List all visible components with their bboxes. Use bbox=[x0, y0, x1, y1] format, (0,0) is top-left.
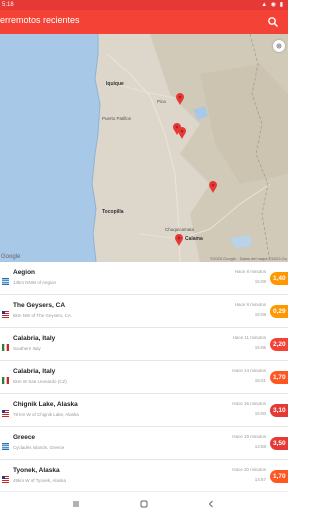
quake-time: 14:58 bbox=[254, 444, 266, 449]
flag-usa-icon bbox=[2, 404, 9, 417]
map-attribution: ©2023 Google · Datos del mapa ©2023 Go bbox=[210, 256, 287, 261]
list-item[interactable]: The Geysers, CA 6km NW of The Geysers, C… bbox=[0, 295, 288, 328]
magnitude-badge: 3,50 bbox=[270, 437, 288, 450]
flag-italy-icon bbox=[2, 371, 9, 384]
quake-detail: 5km W San Leonardo (CZ) bbox=[13, 379, 67, 384]
list-item[interactable]: Calabria, Italy Southern Italy Hace 11 m… bbox=[0, 328, 288, 361]
magnitude-badge: 1,70 bbox=[270, 470, 288, 483]
flag-greece-icon bbox=[2, 437, 9, 450]
earthquake-map[interactable]: Iquique Pica Puerto Patillos Tocopilla C… bbox=[0, 34, 288, 262]
earthquake-marker[interactable] bbox=[176, 93, 184, 105]
quake-time: 15:08 bbox=[254, 279, 266, 284]
home-button[interactable] bbox=[138, 497, 150, 509]
map-label-iquique: Iquique bbox=[106, 81, 124, 87]
magnitude-badge: 1,70 bbox=[270, 371, 288, 384]
list-item[interactable]: Calabria, Italy 5km W San Leonardo (CZ) … bbox=[0, 361, 288, 394]
search-icon[interactable] bbox=[266, 15, 280, 29]
earthquake-list[interactable]: Aegion 13km NNW of Aegion Hace 8 minutos… bbox=[0, 262, 288, 491]
quake-ago: Hace 19 minutos bbox=[232, 434, 266, 439]
list-item[interactable]: Tyonek, Alaska 45km W of Tyonek, Alaska … bbox=[0, 460, 288, 491]
quake-detail: 6km NW of The Geysers, CA bbox=[13, 313, 71, 318]
my-location-button[interactable] bbox=[273, 40, 285, 52]
status-time: 5:18 bbox=[2, 2, 14, 8]
magnitude-badge: 2,20 bbox=[270, 338, 288, 351]
quake-ago: Hace 16 minutos bbox=[232, 401, 266, 406]
app-bar: erremotos recientes bbox=[0, 10, 288, 34]
map-label-chuquicamata: Chuquicamata bbox=[165, 227, 195, 232]
quake-place: Calabria, Italy bbox=[13, 368, 56, 375]
list-item[interactable]: Chignik Lake, Alaska 78 km W of Chignik … bbox=[0, 394, 288, 427]
status-icons: ▲ ◉ ▮ bbox=[261, 2, 284, 8]
quake-place: The Geysers, CA bbox=[13, 302, 66, 309]
back-button[interactable] bbox=[205, 497, 217, 509]
flag-italy-icon bbox=[2, 338, 9, 351]
quake-ago: Hace 8 minutos bbox=[234, 302, 266, 307]
magnitude-badge: 1,40 bbox=[270, 272, 288, 285]
recents-icon bbox=[73, 501, 79, 507]
back-icon bbox=[208, 500, 213, 508]
home-icon bbox=[140, 500, 148, 508]
quake-ago: Hace 20 minutos bbox=[232, 467, 266, 472]
map-label-tocopilla: Tocopilla bbox=[102, 209, 124, 215]
earthquake-marker[interactable] bbox=[175, 234, 183, 246]
earthquake-marker[interactable] bbox=[178, 127, 186, 139]
flag-usa-icon bbox=[2, 305, 9, 318]
quake-time: 14:57 bbox=[254, 477, 266, 482]
magnitude-badge: 3,10 bbox=[270, 404, 288, 417]
map-label-calama: Calama bbox=[185, 236, 203, 242]
quake-place: Chignik Lake, Alaska bbox=[13, 401, 78, 408]
quake-detail: 13km NNW of Aegion bbox=[13, 280, 57, 285]
google-logo: Google bbox=[1, 254, 21, 260]
list-item[interactable]: Aegion 13km NNW of Aegion Hace 8 minutos… bbox=[0, 262, 288, 295]
map-label-pica: Pica bbox=[157, 99, 166, 104]
quake-ago: Hace 11 minutos bbox=[232, 335, 266, 340]
quake-place: Calabria, Italy bbox=[13, 335, 56, 342]
my-location-icon bbox=[276, 43, 282, 49]
map-label-puerto-patillos: Puerto Patillos bbox=[102, 116, 132, 121]
flag-usa-icon bbox=[2, 470, 9, 483]
quake-time: 15:01 bbox=[254, 378, 266, 383]
quake-time: 15:08 bbox=[254, 312, 266, 317]
magnitude-badge: 0,29 bbox=[270, 305, 288, 318]
quake-place: Tyonek, Alaska bbox=[13, 467, 60, 474]
quake-detail: Southern Italy bbox=[13, 346, 41, 351]
quake-place: Greece bbox=[13, 434, 36, 441]
status-bar: 5:18 ▲ ◉ ▮ bbox=[0, 0, 288, 10]
recents-button[interactable] bbox=[70, 497, 82, 509]
map-terrain bbox=[0, 34, 288, 262]
page-title: erremotos recientes bbox=[0, 15, 80, 25]
quake-ago: Hace 8 minutos bbox=[234, 269, 266, 274]
quake-time: 15:06 bbox=[254, 345, 266, 350]
quake-detail: 45km W of Tyonek, Alaska bbox=[13, 478, 66, 483]
quake-place: Aegion bbox=[13, 269, 36, 276]
flag-greece-icon bbox=[2, 272, 9, 285]
list-item[interactable]: Greece Cyclades Islands, Greece Hace 19 … bbox=[0, 427, 288, 460]
earthquake-marker[interactable] bbox=[209, 181, 217, 193]
quake-time: 15:00 bbox=[254, 411, 266, 416]
quake-detail: 78 km W of Chignik Lake, Alaska bbox=[13, 412, 79, 417]
quake-detail: Cyclades Islands, Greece bbox=[13, 445, 65, 450]
quake-ago: Hace 14 minutos bbox=[232, 368, 266, 373]
system-nav-bar bbox=[0, 491, 288, 512]
